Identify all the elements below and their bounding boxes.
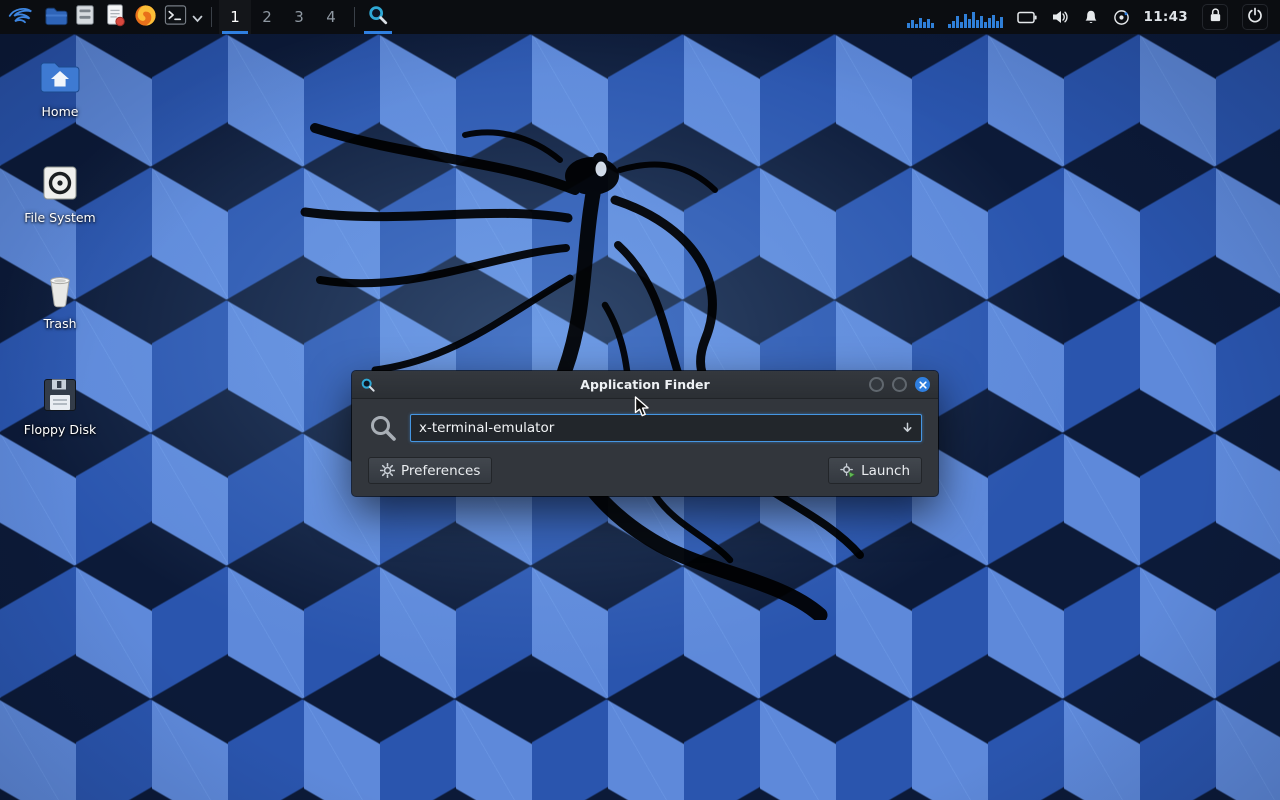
- taskbar-application-finder[interactable]: [362, 0, 394, 34]
- chevron-down-icon: [192, 8, 203, 27]
- application-finder-icon: [367, 4, 389, 30]
- terminal-dropdown-button[interactable]: [190, 0, 204, 34]
- dropdown-arrow-icon[interactable]: [901, 422, 914, 435]
- floppy-disk-icon: [40, 374, 80, 416]
- workspace-4-label: 4: [326, 8, 336, 26]
- trash-icon: [40, 268, 80, 310]
- kali-menu-button[interactable]: [0, 0, 40, 34]
- logout-button[interactable]: [1242, 4, 1268, 30]
- preferences-label: Preferences: [401, 463, 480, 479]
- close-button[interactable]: [915, 377, 930, 392]
- panel-separator: [354, 7, 355, 27]
- cpu-graph[interactable]: [907, 6, 934, 28]
- top-panel: 1 2 3 4 11:43: [0, 0, 1280, 34]
- desktop-icon-file-system[interactable]: File System: [16, 162, 104, 225]
- workspace-2-label: 2: [262, 8, 272, 26]
- desktop-icon-label: Home: [42, 104, 79, 119]
- desktop-icon-label: Floppy Disk: [24, 422, 96, 437]
- workspace-1[interactable]: 1: [219, 0, 251, 34]
- close-icon: [919, 377, 927, 392]
- window-title: Application Finder: [352, 377, 938, 392]
- file-system-drive-icon: [40, 162, 80, 204]
- titlebar[interactable]: Application Finder: [352, 371, 938, 399]
- launch-run-icon: [840, 463, 855, 478]
- launch-button[interactable]: Launch: [828, 457, 922, 484]
- file-cabinet-icon: [73, 3, 97, 31]
- panel-separator: [211, 7, 212, 27]
- notifications-bell-icon[interactable]: [1083, 9, 1099, 25]
- workspace-2[interactable]: 2: [251, 0, 283, 34]
- power-icon: [1247, 7, 1263, 27]
- file-manager-icon: [43, 3, 68, 32]
- file-manager-launcher[interactable]: [40, 0, 70, 34]
- gear-icon: [380, 463, 395, 478]
- lock-icon: [1208, 7, 1223, 27]
- workspace-switcher: 1 2 3 4: [219, 0, 347, 34]
- search-icon: [368, 413, 398, 443]
- kali-menu-icon: [7, 3, 34, 31]
- firefox-launcher[interactable]: [130, 0, 160, 34]
- screen-lock-button[interactable]: [1202, 4, 1228, 30]
- desktop-icon-home[interactable]: Home: [16, 56, 104, 119]
- workspace-3[interactable]: 3: [283, 0, 315, 34]
- network-icon[interactable]: [1113, 9, 1130, 26]
- preferences-button[interactable]: Preferences: [368, 457, 492, 484]
- minimize-button[interactable]: [869, 377, 884, 392]
- terminal-launcher[interactable]: [160, 0, 190, 34]
- search-entry-wrap: [410, 414, 922, 442]
- file-cabinet-launcher[interactable]: [70, 0, 100, 34]
- mouse-cursor: [634, 396, 653, 422]
- application-finder-window: Application Finder: [352, 371, 938, 496]
- desktop-icon-label: Trash: [43, 316, 76, 331]
- maximize-button[interactable]: [892, 377, 907, 392]
- text-editor-launcher[interactable]: [100, 0, 130, 34]
- network-graph[interactable]: [948, 6, 1003, 28]
- desktop-icon-trash[interactable]: Trash: [16, 268, 104, 331]
- application-finder-icon: [360, 377, 376, 393]
- kali-dragon-art: [260, 40, 920, 620]
- button-row: Preferences Launch: [362, 457, 928, 484]
- workspace-1-label: 1: [230, 8, 240, 26]
- clock[interactable]: 11:43: [1144, 9, 1188, 25]
- panel-left-group: 1 2 3 4: [0, 0, 394, 34]
- volume-icon[interactable]: [1051, 9, 1069, 25]
- search-input[interactable]: [410, 414, 922, 442]
- home-folder-icon: [38, 56, 82, 98]
- terminal-icon: [163, 3, 188, 31]
- workspace-3-label: 3: [294, 8, 304, 26]
- firefox-icon: [133, 3, 158, 32]
- battery-icon[interactable]: [1017, 11, 1037, 24]
- workspace-4[interactable]: 4: [315, 0, 347, 34]
- desktop-icon-label: File System: [24, 210, 96, 225]
- text-editor-icon: [103, 3, 127, 32]
- desktop-icon-floppy-disk[interactable]: Floppy Disk: [16, 374, 104, 437]
- panel-right-group: 11:43: [907, 0, 1280, 34]
- launch-label: Launch: [861, 463, 910, 479]
- window-controls: [869, 377, 930, 392]
